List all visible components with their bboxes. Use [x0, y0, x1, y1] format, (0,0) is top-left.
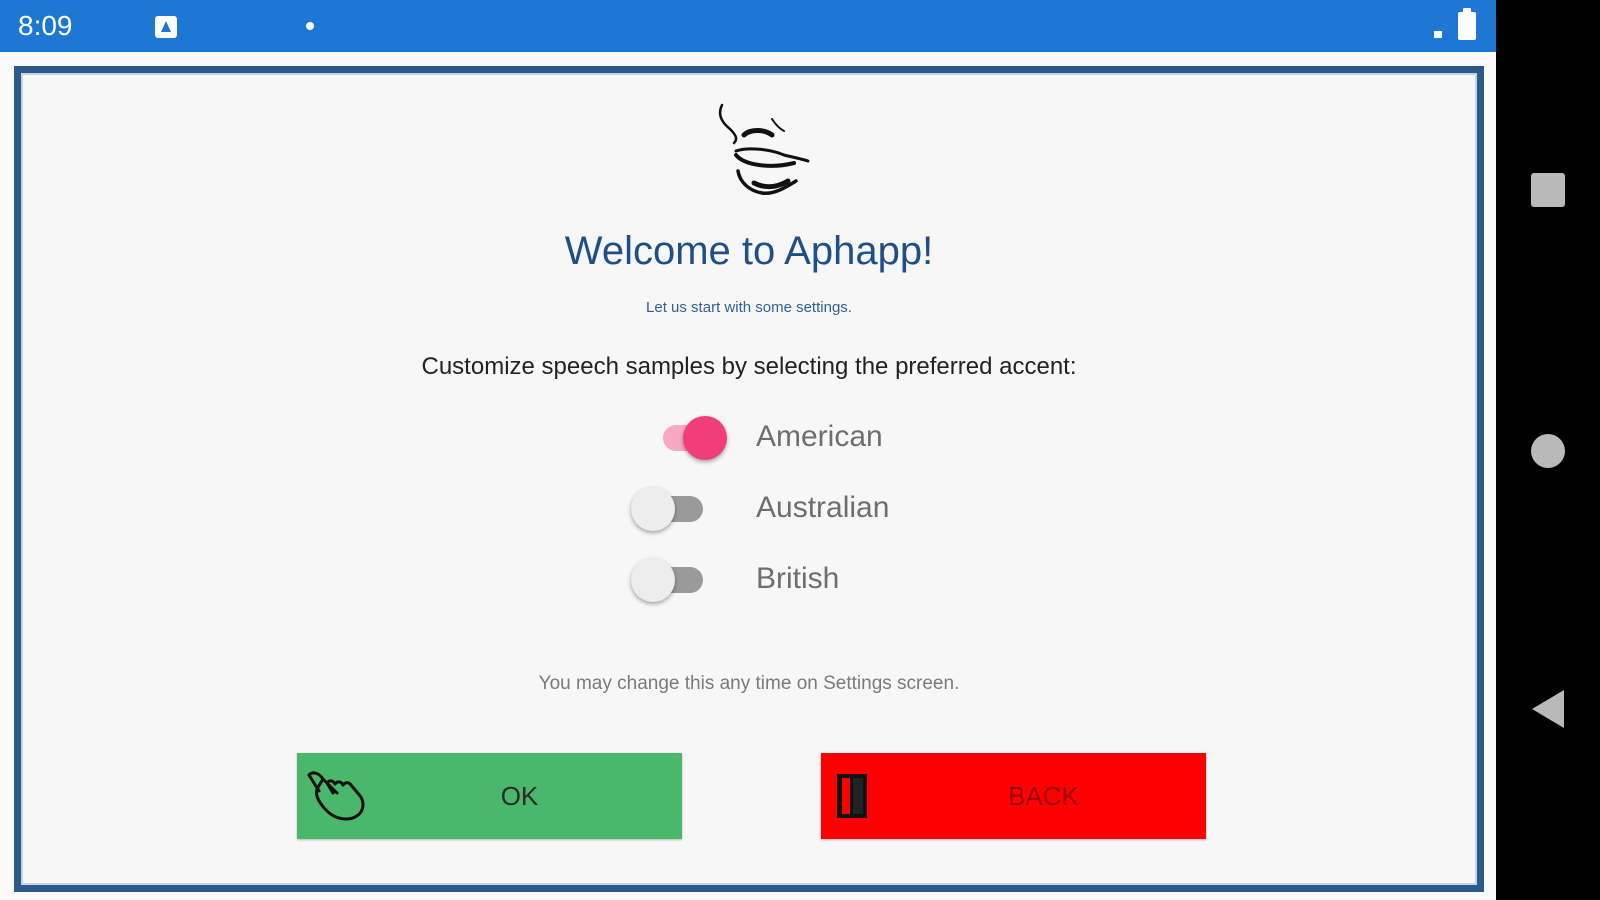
- back-button[interactable]: BACK: [821, 753, 1206, 839]
- british-toggle[interactable]: [631, 555, 731, 605]
- american-toggle[interactable]: [631, 413, 731, 463]
- status-time: 8:09: [18, 10, 73, 41]
- signal-icon: [1434, 31, 1442, 38]
- face-profile-icon: [718, 103, 810, 196]
- app-area: Welcome to Aphapp! Let us start with som…: [0, 52, 1496, 900]
- battery-icon: [1458, 8, 1476, 40]
- toggle-thumb: [631, 558, 675, 602]
- welcome-dialog: Welcome to Aphapp! Let us start with som…: [14, 66, 1484, 892]
- device-screen: 8:09 Welcome to Aphapp! Let us start wit…: [0, 0, 1600, 900]
- accent-row-british: British: [631, 555, 991, 605]
- back-button-label: BACK: [1008, 781, 1079, 811]
- accent-label: American: [756, 420, 883, 453]
- accent-row-australian: Australian: [631, 484, 991, 534]
- ok-button[interactable]: OK: [297, 753, 682, 839]
- page-title: Welcome to Aphapp!: [564, 229, 934, 273]
- page-subtitle: Let us start with some settings.: [646, 299, 852, 316]
- circle-icon[interactable]: [1531, 434, 1565, 468]
- status-bar: 8:09: [0, 0, 1496, 52]
- accent-label: Australian: [756, 491, 890, 524]
- settings-note: You may change this any time on Settings…: [538, 673, 960, 694]
- toggle-thumb: [683, 416, 727, 460]
- accent-prompt: Customize speech samples by selecting th…: [421, 353, 1077, 380]
- notification-dot-icon: [306, 22, 314, 30]
- accent-row-american: American: [631, 413, 991, 463]
- ok-button-label: OK: [500, 781, 539, 811]
- australian-toggle[interactable]: [631, 484, 731, 534]
- triangle-back-icon[interactable]: [1532, 690, 1564, 728]
- toggle-thumb: [631, 487, 675, 531]
- navigation-bar: [1496, 0, 1600, 900]
- accent-label: British: [756, 562, 840, 595]
- app-notification-icon: [155, 16, 177, 38]
- square-icon[interactable]: [1531, 173, 1565, 207]
